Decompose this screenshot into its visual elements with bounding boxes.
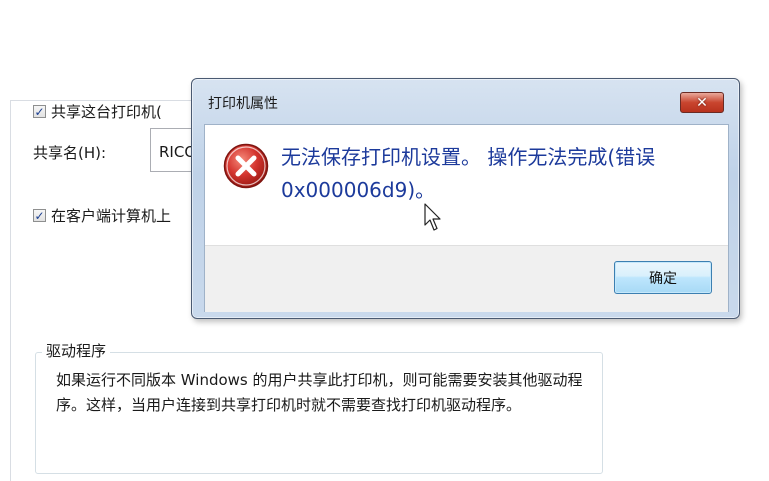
- driver-group-title: 驱动程序: [42, 340, 111, 361]
- client-render-row[interactable]: ✓ 在客户端计算机上: [33, 205, 171, 226]
- client-render-checkbox[interactable]: ✓: [33, 209, 46, 222]
- close-icon: ✕: [696, 94, 708, 111]
- mouse-cursor-icon: [424, 203, 441, 231]
- printer-properties-dialog: 打印机属性 ✕ 无法保存打印机设置。 操作无法完成(错误 0x000006d9)…: [191, 78, 740, 319]
- share-name-label: 共享名(H):: [33, 144, 107, 162]
- error-icon: [223, 143, 269, 189]
- share-name-row: 共享名(H):: [33, 142, 106, 163]
- client-render-label: 在客户端计算机上: [51, 207, 172, 225]
- dialog-title: 打印机属性: [208, 96, 278, 112]
- ok-button[interactable]: 确定: [614, 261, 712, 294]
- dialog-client-area: 无法保存打印机设置。 操作无法完成(错误 0x000006d9)。 确定: [204, 124, 729, 312]
- share-printer-checkbox[interactable]: ✓: [33, 105, 46, 118]
- share-printer-label: 共享这台打印机(: [51, 103, 162, 121]
- close-button[interactable]: ✕: [680, 92, 724, 113]
- error-message: 无法保存打印机设置。 操作无法完成(错误 0x000006d9)。: [281, 145, 656, 202]
- share-printer-row[interactable]: ✓ 共享这台打印机(: [33, 101, 162, 122]
- driver-group-text: 如果运行不同版本 Windows 的用户共享此打印机，则可能需要安装其他驱动程序…: [56, 371, 583, 414]
